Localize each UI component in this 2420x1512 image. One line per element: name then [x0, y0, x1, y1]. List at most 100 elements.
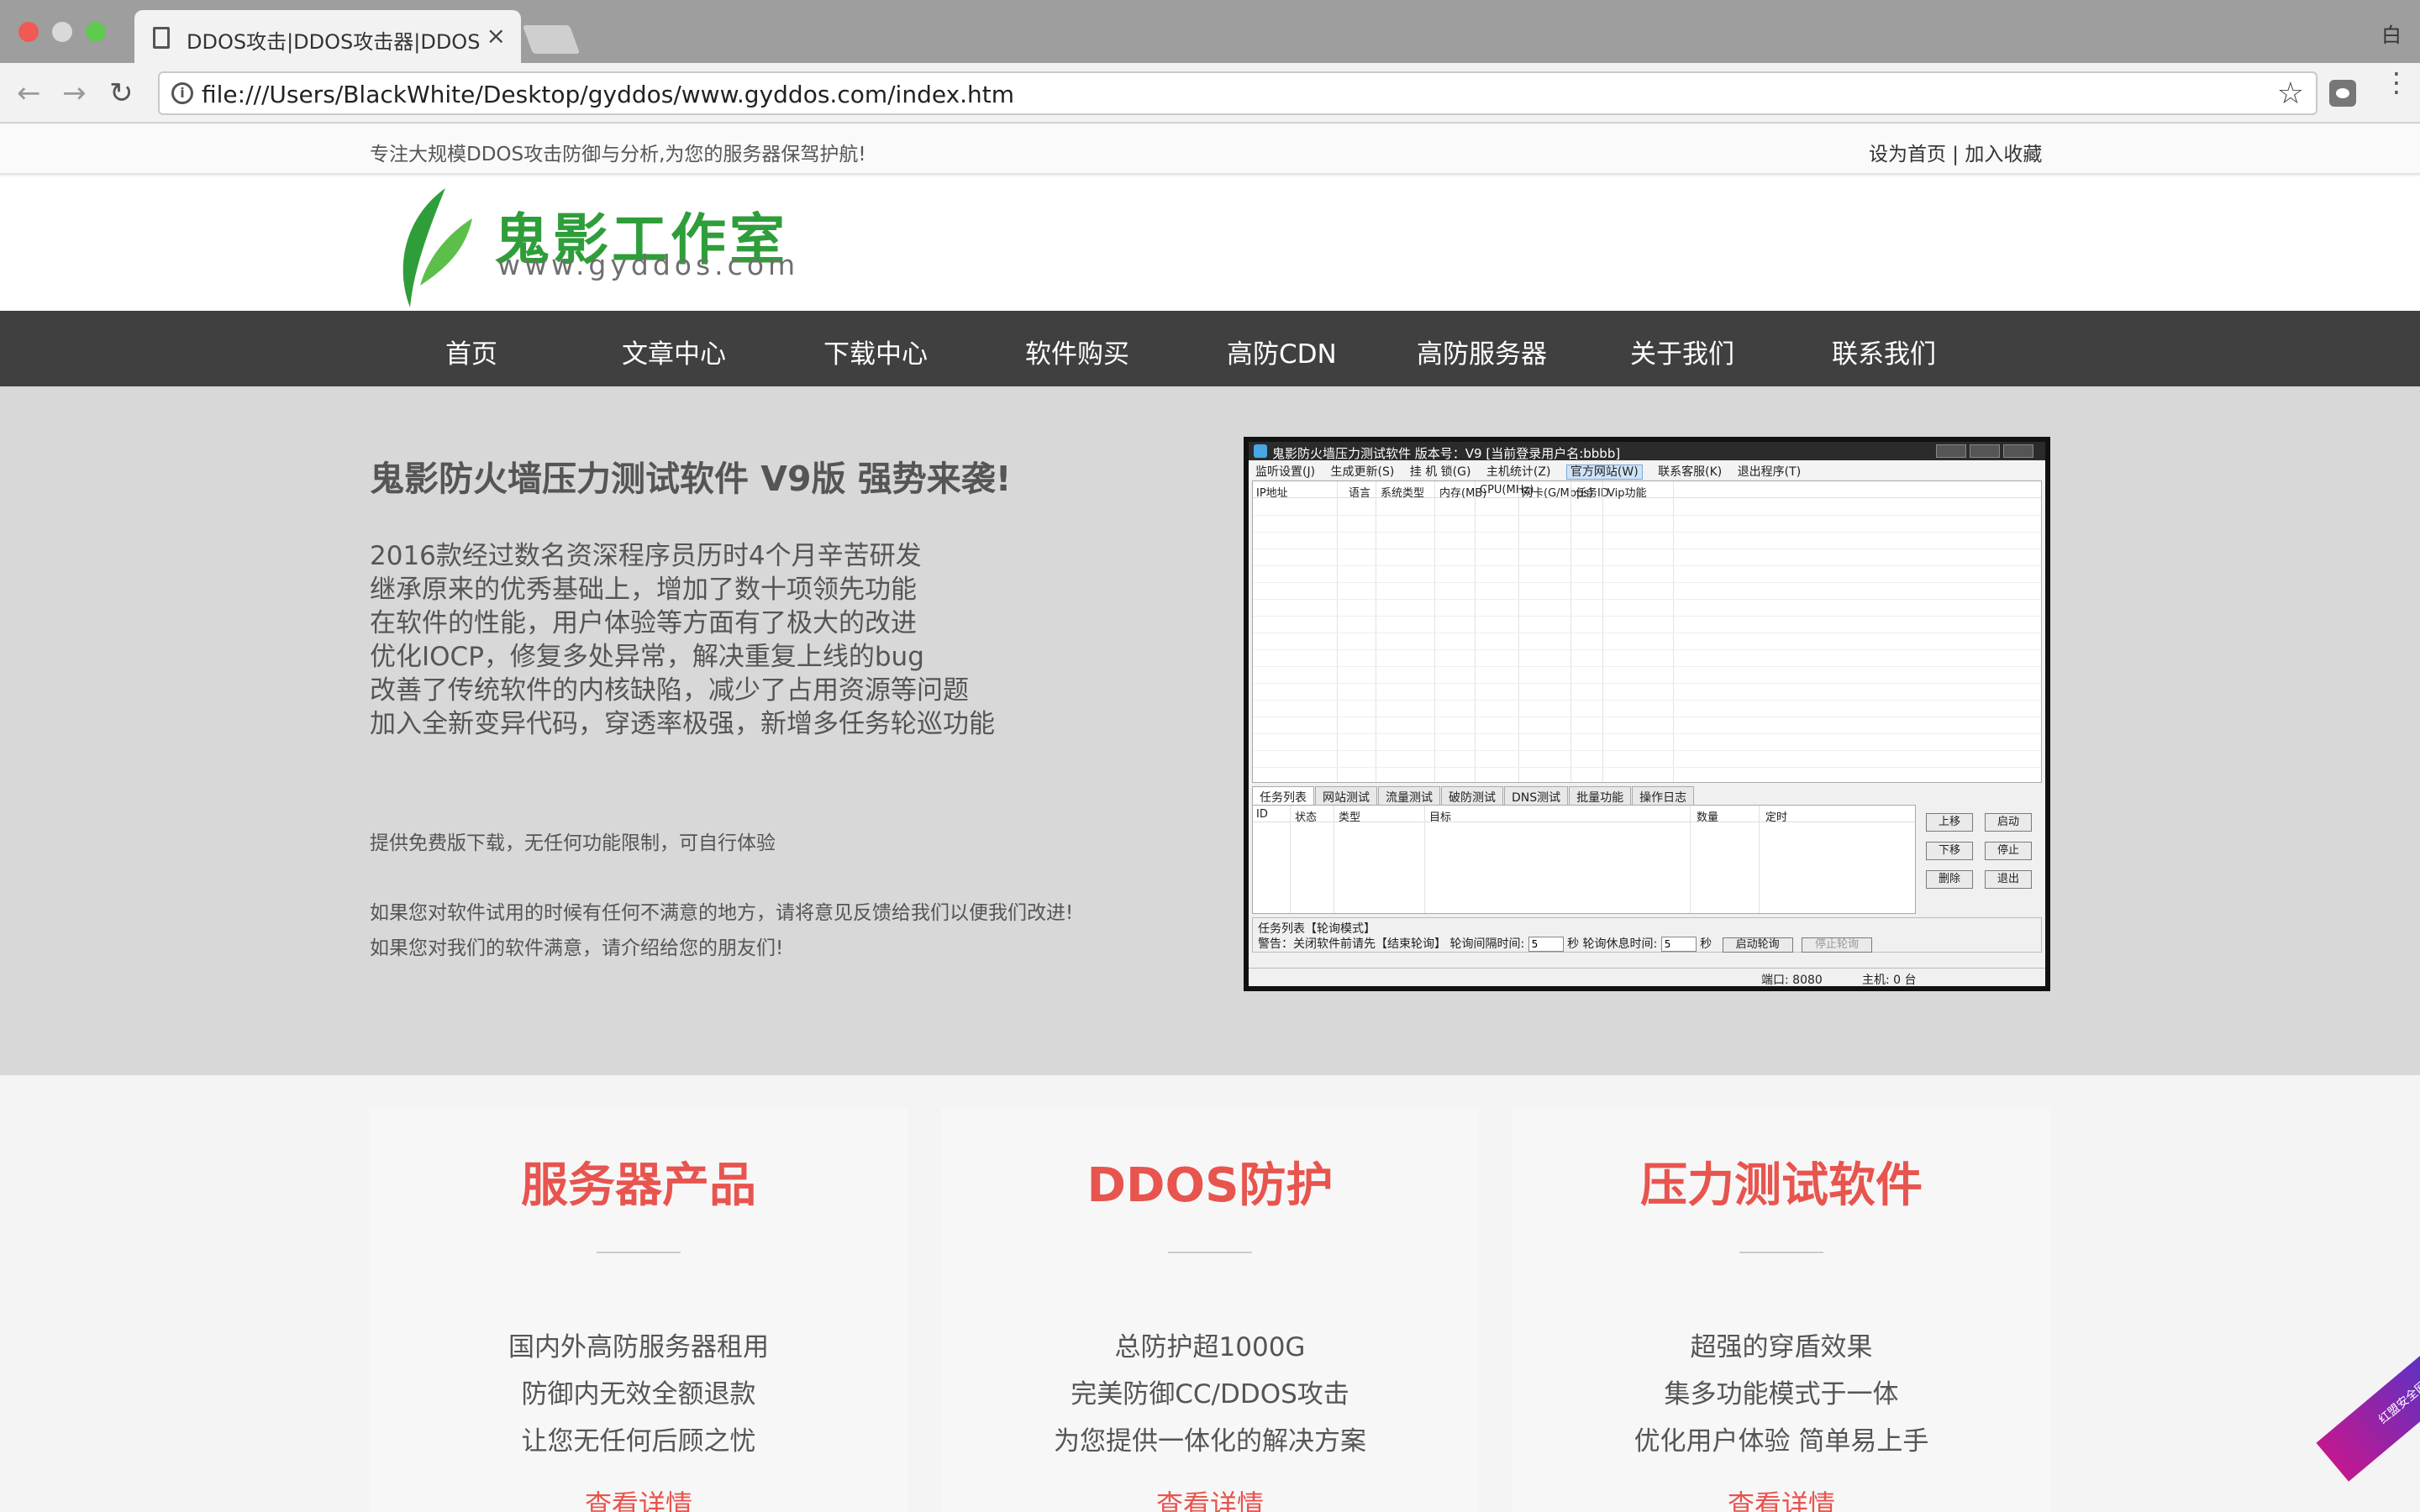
document-icon — [153, 27, 170, 49]
new-tab-button[interactable] — [522, 25, 581, 54]
card-ddos: DDOS防护 总防护超1000G 完美防御CC/DDOS攻击 为您提供一体化的解… — [941, 1109, 1479, 1512]
card-divider — [1168, 1252, 1252, 1253]
site-slogan: 专注大规模DDOS攻击防御与分析,为您的服务器保驾护航! — [370, 144, 866, 165]
col-taskid: 任务ID — [1576, 487, 1609, 500]
app-menu-item: 监听设置(J) — [1255, 465, 1316, 479]
hero-section: 鬼影防火墙压力测试软件 V9版 强势来袭! 2016款经过数名资深程序员历时4个… — [0, 386, 2420, 1075]
main-nav: 首页 文章中心 下载中心 软件购买 高防CDN 高防服务器 关于我们 联系我们 — [0, 311, 2420, 386]
close-window-icon[interactable] — [18, 22, 39, 42]
nav-about[interactable]: 关于我们 — [1630, 333, 1734, 370]
stop-loop-button: 停止轮询 — [1802, 937, 1873, 953]
card-title: 服务器产品 — [521, 1158, 756, 1213]
rest-input — [1660, 937, 1697, 952]
feedback-line: 如果您对我们的软件满意，请介绍给您的朋友们! — [370, 937, 784, 959]
task-list-grid: ID 状态 类型 目标 数量 定时 — [1252, 805, 1916, 914]
browser-chrome: DDOS攻击|DDOS攻击器|DDOS × 白 ← → ↻ i file:///… — [0, 0, 2420, 124]
card-line: 优化用户体验 简单易上手 — [1634, 1426, 1929, 1457]
leaf-logo-icon[interactable] — [395, 185, 476, 311]
desc-line: 优化IOCP，修复多处异常，解决重复上线的bug — [370, 642, 924, 672]
card-line: 总防护超1000G — [1114, 1332, 1306, 1362]
info-icon[interactable]: i — [171, 82, 193, 104]
minimize-window-icon[interactable] — [52, 22, 72, 42]
hero-title: 鬼影防火墙压力测试软件 V9版 强势来袭! — [370, 459, 1012, 499]
browser-tab[interactable]: DDOS攻击|DDOS攻击器|DDOS × — [134, 10, 521, 64]
col-type: 类型 — [1339, 811, 1361, 824]
card-title: DDOS防护 — [1086, 1158, 1334, 1213]
app-title: 鬼影防火墙压力测试软件 版本号：V9 [当前登录用户名:bbbb] — [1272, 446, 1621, 461]
minimize-icon — [1936, 444, 1966, 458]
app-titlebar: 鬼影防火墙压力测试软件 版本号：V9 [当前登录用户名:bbbb] — [1249, 442, 2045, 461]
browser-menu-icon[interactable]: ⋮ — [2383, 69, 2410, 96]
card-divider — [1739, 1252, 1823, 1253]
nav-cdn[interactable]: 高防CDN — [1227, 333, 1337, 370]
col-target: 目标 — [1429, 811, 1452, 824]
maximize-window-icon[interactable] — [86, 22, 106, 42]
card-line: 防御内无效全额退款 — [521, 1379, 756, 1410]
app-menu-item: 联系客服(K) — [1658, 465, 1723, 479]
view-details-link[interactable]: 查看详情 — [370, 1483, 908, 1512]
nav-downloads[interactable]: 下载中心 — [823, 333, 928, 370]
url-text[interactable]: file:///Users/BlackWhite/Desktop/gyddos/… — [202, 81, 1014, 108]
move-down-button: 下移 — [1926, 842, 1973, 860]
nav-contact[interactable]: 联系我们 — [1832, 333, 1936, 370]
app-statusbar: 端口: 8080 主机: 0 台 — [1249, 968, 2045, 987]
window-controls — [1933, 444, 2039, 458]
maximize-icon — [1970, 444, 2000, 458]
nav-home[interactable]: 首页 — [445, 333, 497, 370]
nav-articles[interactable]: 文章中心 — [622, 333, 726, 370]
app-tabs: 任务列表 网站测试 流量测试 破防测试 DNS测试 批量功能 操作日志 — [1252, 786, 2042, 807]
card-line: 让您无任何后顾之忧 — [521, 1426, 756, 1457]
feedback-note: 如果您对软件试用的时候有任何不满意的地方，请将意见反馈给我们以便我们改进! 如果… — [370, 895, 1073, 966]
delete-button: 删除 — [1926, 870, 1973, 889]
app-icon — [1254, 444, 1267, 458]
tab-close-icon[interactable]: × — [487, 22, 506, 50]
card-line: 完美防御CC/DDOS攻击 — [1071, 1379, 1349, 1410]
feature-cards: 服务器产品 国内外高防服务器租用 防御内无效全额退款 让您无任何后顾之忧 查看详… — [0, 1075, 2420, 1512]
loop-settings: 任务列表【轮询模式】 警告：关闭软件前请先【结束轮询】 轮询间隔时间: 秒 轮询… — [1252, 917, 2042, 953]
host-list-header: IP地址 语言 系统类型 内存(MB) CPU(MHz) 网卡(G/Mbps) … — [1253, 481, 2041, 500]
tab-strip: DDOS攻击|DDOS攻击器|DDOS × 白 — [0, 0, 2420, 64]
desc-line: 继承原来的优秀基础上，增加了数十项领先功能 — [370, 575, 917, 605]
card-line: 超强的穿盾效果 — [1690, 1332, 1873, 1362]
nav-servers[interactable]: 高防服务器 — [1417, 333, 1547, 370]
profile-label[interactable]: 白 — [2381, 18, 2402, 48]
host-count-status: 主机: 0 台 — [1862, 974, 1917, 987]
software-screenshot: 鬼影防火墙压力测试软件 版本号：V9 [当前登录用户名:bbbb] 监听设置(J… — [1244, 437, 2050, 991]
close-icon — [2003, 444, 2033, 458]
forward-icon[interactable]: → — [62, 76, 87, 110]
card-line: 国内外高防服务器租用 — [508, 1332, 769, 1362]
view-details-link[interactable]: 查看详情 — [1512, 1483, 2050, 1512]
rest-unit: 秒 — [1700, 937, 1712, 951]
back-icon[interactable]: ← — [17, 76, 41, 110]
port-status: 端口: 8080 — [1761, 974, 1823, 987]
move-up-button: 上移 — [1926, 813, 1973, 832]
hero-description: 2016款经过数名资深程序员历时4个月辛苦研发 继承原来的优秀基础上，增加了数十… — [370, 539, 995, 741]
reload-icon[interactable]: ↻ — [109, 76, 134, 110]
start-loop-button: 启动轮询 — [1722, 937, 1793, 953]
topbar-links[interactable]: 设为首页 | 加入收藏 — [1869, 138, 2042, 166]
view-details-link[interactable]: 查看详情 — [941, 1483, 1479, 1512]
free-download-note: 提供免费版下载，无任何功能限制，可自行体验 — [370, 832, 776, 854]
col-id: ID — [1256, 808, 1268, 821]
col-os: 系统类型 — [1381, 487, 1425, 500]
tab-title: DDOS攻击|DDOS攻击器|DDOS — [187, 30, 481, 54]
bookmark-star-icon[interactable]: ☆ — [2277, 76, 2304, 111]
app-menu-item: 主机统计(Z) — [1486, 465, 1551, 479]
browser-toolbar: ← → ↻ i file:///Users/BlackWhite/Desktop… — [0, 63, 2420, 123]
loop-row: 警告：关闭软件前请先【结束轮询】 轮询间隔时间: 秒 轮询休息时间: 秒 启动轮… — [1258, 935, 1873, 953]
card-line: 为您提供一体化的解决方案 — [1054, 1426, 1366, 1457]
app-menu-item: 挂 机 锁(G) — [1409, 465, 1471, 479]
exit-button: 退出 — [1985, 870, 2032, 889]
desc-line: 2016款经过数名资深程序员历时4个月辛苦研发 — [370, 541, 922, 571]
interval-input — [1528, 937, 1564, 952]
logo-url: www.gyddos.com — [497, 249, 800, 281]
host-list-grid: IP地址 语言 系统类型 内存(MB) CPU(MHz) 网卡(G/Mbps) … — [1252, 480, 2042, 783]
nav-purchase[interactable]: 软件购买 — [1025, 333, 1129, 370]
card-line: 集多功能模式于一体 — [1664, 1379, 1899, 1410]
address-bar[interactable]: i file:///Users/BlackWhite/Desktop/gyddo… — [158, 71, 2317, 115]
task-buttons: 上移 启动 下移 停止 删除 退出 — [1926, 813, 2044, 906]
extension-eye-icon[interactable] — [2329, 80, 2356, 107]
card-divider — [597, 1252, 681, 1253]
col-lang: 语言 — [1349, 487, 1371, 500]
app-menu-item: 退出程序(T) — [1737, 465, 1802, 479]
